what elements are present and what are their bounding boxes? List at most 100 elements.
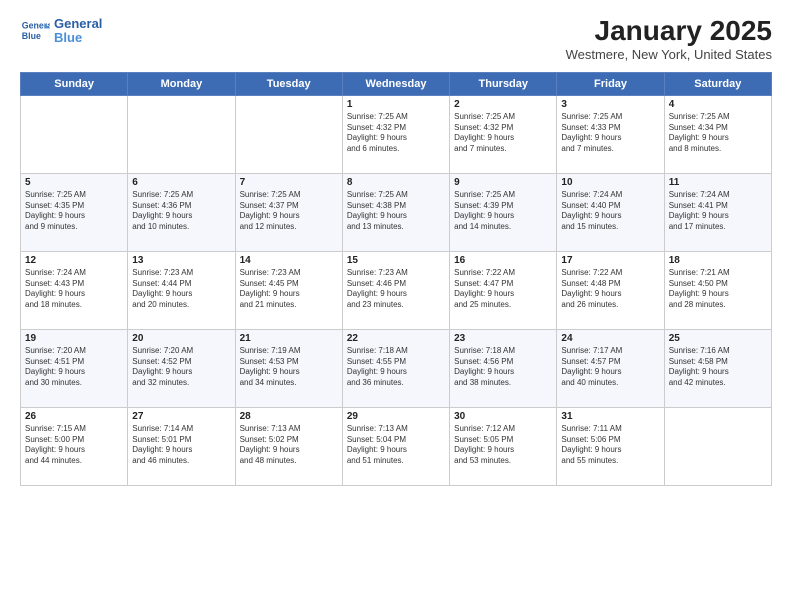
day-number: 9 [454, 177, 552, 188]
day-detail: Sunrise: 7:22 AM Sunset: 4:48 PM Dayligh… [561, 268, 659, 311]
day-number: 7 [240, 177, 338, 188]
day-detail: Sunrise: 7:24 AM Sunset: 4:40 PM Dayligh… [561, 190, 659, 233]
calendar-week-row: 19Sunrise: 7:20 AM Sunset: 4:51 PM Dayli… [21, 329, 772, 407]
logo-text-blue: Blue [54, 31, 102, 45]
weekday-header-row: SundayMondayTuesdayWednesdayThursdayFrid… [21, 72, 772, 95]
day-detail: Sunrise: 7:12 AM Sunset: 5:05 PM Dayligh… [454, 424, 552, 467]
day-number: 16 [454, 255, 552, 266]
day-detail: Sunrise: 7:18 AM Sunset: 4:55 PM Dayligh… [347, 346, 445, 389]
location: Westmere, New York, United States [566, 47, 772, 62]
day-detail: Sunrise: 7:18 AM Sunset: 4:56 PM Dayligh… [454, 346, 552, 389]
day-detail: Sunrise: 7:23 AM Sunset: 4:45 PM Dayligh… [240, 268, 338, 311]
calendar-cell: 21 Sunrise: 7:19 AM Sunset: 4:53 PM Dayli… [235, 329, 342, 407]
weekday-header: Thursday [450, 72, 557, 95]
day-detail: Sunrise: 7:25 AM Sunset: 4:37 PM Dayligh… [240, 190, 338, 233]
day-detail: Sunrise: 7:25 AM Sunset: 4:32 PM Dayligh… [347, 112, 445, 155]
calendar-cell: 14 Sunrise: 7:23 AM Sunset: 4:45 PM Dayli… [235, 251, 342, 329]
calendar-cell: 23Sunrise: 7:18 AM Sunset: 4:56 PM Dayli… [450, 329, 557, 407]
month-title: January 2025 [566, 16, 772, 47]
day-detail: Sunrise: 7:25 AM Sunset: 4:36 PM Dayligh… [132, 190, 230, 233]
day-detail: Sunrise: 7:13 AM Sunset: 5:02 PM Dayligh… [240, 424, 338, 467]
calendar-cell [21, 95, 128, 173]
day-number: 31 [561, 411, 659, 422]
day-detail: Sunrise: 7:16 AM Sunset: 4:58 PM Dayligh… [669, 346, 767, 389]
day-number: 17 [561, 255, 659, 266]
calendar-week-row: 5 Sunrise: 7:25 AM Sunset: 4:35 PM Daylig… [21, 173, 772, 251]
day-detail: Sunrise: 7:19 AM Sunset: 4:53 PM Dayligh… [240, 346, 338, 389]
calendar-cell: 8 Sunrise: 7:25 AM Sunset: 4:38 PM Daylig… [342, 173, 449, 251]
day-number: 27 [132, 411, 230, 422]
title-block: January 2025 Westmere, New York, United … [566, 16, 772, 62]
page: General Blue General Blue January 2025 W… [0, 0, 792, 612]
calendar-cell: 13Sunrise: 7:23 AM Sunset: 4:44 PM Dayli… [128, 251, 235, 329]
day-number: 28 [240, 411, 338, 422]
calendar-cell: 19Sunrise: 7:20 AM Sunset: 4:51 PM Dayli… [21, 329, 128, 407]
calendar-cell: 29Sunrise: 7:13 AM Sunset: 5:04 PM Dayli… [342, 407, 449, 485]
day-number: 8 [347, 177, 445, 188]
day-detail: Sunrise: 7:22 AM Sunset: 4:47 PM Dayligh… [454, 268, 552, 311]
calendar-week-row: 26 Sunrise: 7:15 AM Sunset: 5:00 PM Dayli… [21, 407, 772, 485]
calendar-cell: 9 Sunrise: 7:25 AM Sunset: 4:39 PM Daylig… [450, 173, 557, 251]
calendar-cell: 1 Sunrise: 7:25 AM Sunset: 4:32 PM Daylig… [342, 95, 449, 173]
calendar-cell: 2Sunrise: 7:25 AM Sunset: 4:32 PM Daylig… [450, 95, 557, 173]
day-detail: Sunrise: 7:25 AM Sunset: 4:38 PM Dayligh… [347, 190, 445, 233]
day-detail: Sunrise: 7:25 AM Sunset: 4:39 PM Dayligh… [454, 190, 552, 233]
day-number: 24 [561, 333, 659, 344]
calendar-cell: 12 Sunrise: 7:24 AM Sunset: 4:43 PM Dayli… [21, 251, 128, 329]
day-number: 6 [132, 177, 230, 188]
day-number: 20 [132, 333, 230, 344]
calendar-week-row: 12 Sunrise: 7:24 AM Sunset: 4:43 PM Dayli… [21, 251, 772, 329]
svg-text:Blue: Blue [22, 31, 41, 41]
calendar-cell: 26 Sunrise: 7:15 AM Sunset: 5:00 PM Dayli… [21, 407, 128, 485]
day-number: 14 [240, 255, 338, 266]
day-detail: Sunrise: 7:11 AM Sunset: 5:06 PM Dayligh… [561, 424, 659, 467]
weekday-header: Saturday [664, 72, 771, 95]
calendar-cell: 11 Sunrise: 7:24 AM Sunset: 4:41 PM Dayli… [664, 173, 771, 251]
calendar-cell [128, 95, 235, 173]
day-detail: Sunrise: 7:15 AM Sunset: 5:00 PM Dayligh… [25, 424, 123, 467]
day-detail: Sunrise: 7:25 AM Sunset: 4:34 PM Dayligh… [669, 112, 767, 155]
weekday-header: Monday [128, 72, 235, 95]
day-number: 25 [669, 333, 767, 344]
day-detail: Sunrise: 7:20 AM Sunset: 4:52 PM Dayligh… [132, 346, 230, 389]
day-detail: Sunrise: 7:23 AM Sunset: 4:46 PM Dayligh… [347, 268, 445, 311]
weekday-header: Wednesday [342, 72, 449, 95]
day-number: 11 [669, 177, 767, 188]
calendar-cell [664, 407, 771, 485]
logo-text-general: General [54, 17, 102, 31]
calendar-cell: 30Sunrise: 7:12 AM Sunset: 5:05 PM Dayli… [450, 407, 557, 485]
day-number: 3 [561, 99, 659, 110]
calendar-cell: 28 Sunrise: 7:13 AM Sunset: 5:02 PM Dayli… [235, 407, 342, 485]
day-detail: Sunrise: 7:14 AM Sunset: 5:01 PM Dayligh… [132, 424, 230, 467]
calendar-cell: 17 Sunrise: 7:22 AM Sunset: 4:48 PM Dayli… [557, 251, 664, 329]
day-number: 5 [25, 177, 123, 188]
day-detail: Sunrise: 7:24 AM Sunset: 4:41 PM Dayligh… [669, 190, 767, 233]
calendar-cell: 10 Sunrise: 7:24 AM Sunset: 4:40 PM Dayli… [557, 173, 664, 251]
day-detail: Sunrise: 7:17 AM Sunset: 4:57 PM Dayligh… [561, 346, 659, 389]
calendar-cell: 31 Sunrise: 7:11 AM Sunset: 5:06 PM Dayli… [557, 407, 664, 485]
calendar-cell: 27 Sunrise: 7:14 AM Sunset: 5:01 PM Dayli… [128, 407, 235, 485]
day-detail: Sunrise: 7:25 AM Sunset: 4:35 PM Dayligh… [25, 190, 123, 233]
day-number: 18 [669, 255, 767, 266]
calendar-table: SundayMondayTuesdayWednesdayThursdayFrid… [20, 72, 772, 486]
day-number: 19 [25, 333, 123, 344]
day-number: 26 [25, 411, 123, 422]
day-number: 22 [347, 333, 445, 344]
weekday-header: Friday [557, 72, 664, 95]
calendar-cell: 6 Sunrise: 7:25 AM Sunset: 4:36 PM Daylig… [128, 173, 235, 251]
day-detail: Sunrise: 7:23 AM Sunset: 4:44 PM Dayligh… [132, 268, 230, 311]
calendar-cell: 16 Sunrise: 7:22 AM Sunset: 4:47 PM Dayli… [450, 251, 557, 329]
calendar-cell: 24 Sunrise: 7:17 AM Sunset: 4:57 PM Dayli… [557, 329, 664, 407]
day-number: 1 [347, 99, 445, 110]
calendar-cell: 15Sunrise: 7:23 AM Sunset: 4:46 PM Dayli… [342, 251, 449, 329]
calendar-cell: 22 Sunrise: 7:18 AM Sunset: 4:55 PM Dayli… [342, 329, 449, 407]
day-number: 10 [561, 177, 659, 188]
logo: General Blue General Blue [20, 16, 102, 46]
day-detail: Sunrise: 7:24 AM Sunset: 4:43 PM Dayligh… [25, 268, 123, 311]
calendar-cell: 5 Sunrise: 7:25 AM Sunset: 4:35 PM Daylig… [21, 173, 128, 251]
calendar-cell: 18Sunrise: 7:21 AM Sunset: 4:50 PM Dayli… [664, 251, 771, 329]
calendar-week-row: 1 Sunrise: 7:25 AM Sunset: 4:32 PM Daylig… [21, 95, 772, 173]
day-number: 21 [240, 333, 338, 344]
header: General Blue General Blue January 2025 W… [20, 16, 772, 62]
day-number: 12 [25, 255, 123, 266]
